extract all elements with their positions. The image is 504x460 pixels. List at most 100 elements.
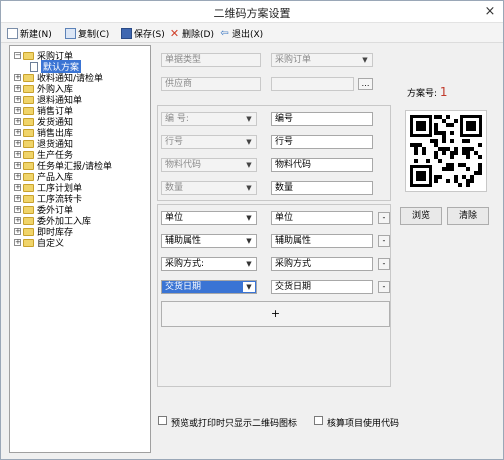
expand-icon[interactable]: + bbox=[14, 140, 21, 147]
expand-icon[interactable]: + bbox=[14, 239, 21, 246]
custom-field-caption[interactable]: 单位 bbox=[271, 211, 373, 225]
fixed-field-select: 数量 ▼ bbox=[161, 181, 257, 195]
fixed-field-select: 物料代码 ▼ bbox=[161, 158, 257, 172]
scheme-tree[interactable]: − 采购订单 默认方案 + 收料通知/请检单 + 外购入库 + 退料通知单 + 销售订单 + 发货… bbox=[9, 45, 151, 453]
remove-field-button[interactable]: - bbox=[378, 281, 390, 293]
custom-field-name: 单位 bbox=[165, 213, 184, 223]
new-file-icon bbox=[7, 27, 18, 39]
preview-only-qr-checkbox[interactable] bbox=[158, 416, 167, 425]
custom-field-name: 辅助属性 bbox=[165, 236, 202, 246]
expand-icon[interactable]: + bbox=[14, 228, 21, 235]
custom-field-select[interactable]: 辅助属性 ▼ bbox=[161, 234, 257, 248]
custom-field-caption[interactable]: 辅助属性 bbox=[271, 234, 373, 248]
exit-button[interactable]: ⇦ 退出(X) bbox=[219, 26, 263, 40]
expand-icon[interactable]: + bbox=[14, 217, 21, 224]
custom-field-select[interactable]: 单位 ▼ bbox=[161, 211, 257, 225]
fixed-field-select: 行号 ▼ bbox=[161, 135, 257, 149]
supplier-browse-button: … bbox=[358, 78, 373, 90]
toolbar: 新建(N) 复制(C) 保存(S) ✕ 删除(D) ⇦ 退出(X) bbox=[1, 23, 503, 43]
folder-icon bbox=[23, 150, 34, 159]
supplier-field: 供应商 bbox=[161, 77, 261, 91]
tree-node-label: 自定义 bbox=[37, 239, 65, 249]
clear-button[interactable]: 清除 bbox=[447, 207, 489, 225]
folder-icon bbox=[23, 194, 34, 203]
folder-icon bbox=[23, 128, 34, 137]
collapse-icon[interactable]: − bbox=[14, 52, 21, 59]
bill-type-value: 采购订单 bbox=[275, 55, 312, 65]
expand-icon[interactable]: + bbox=[14, 118, 21, 125]
chevron-down-icon: ▼ bbox=[246, 161, 252, 169]
folder-icon bbox=[23, 205, 34, 214]
add-field-button[interactable]: + bbox=[161, 301, 390, 327]
folder-icon bbox=[23, 216, 34, 225]
copy-button[interactable]: 复制(C) bbox=[65, 26, 109, 40]
expand-icon[interactable]: + bbox=[14, 195, 21, 202]
remove-field-button[interactable]: - bbox=[378, 235, 390, 247]
folder-icon bbox=[23, 73, 34, 82]
dialog-window: 二维码方案设置 × 新建(N) 复制(C) 保存(S) ✕ 删除(D) ⇦ 退出… bbox=[0, 0, 504, 460]
folder-icon bbox=[23, 172, 34, 181]
copy-icon bbox=[65, 27, 76, 39]
chevron-down-icon[interactable]: ▼ bbox=[359, 55, 371, 65]
custom-field-value: 单位 bbox=[275, 213, 294, 223]
custom-field-select[interactable]: 采购方式: ▼ bbox=[161, 257, 257, 271]
chevron-down-icon[interactable]: ▼ bbox=[243, 213, 255, 223]
expand-icon[interactable]: + bbox=[14, 151, 21, 158]
fixed-field-caption[interactable]: 数量 bbox=[271, 181, 373, 195]
expand-icon[interactable]: + bbox=[14, 107, 21, 114]
custom-field-caption[interactable]: 采购方式 bbox=[271, 257, 373, 271]
expand-icon[interactable]: + bbox=[14, 184, 21, 191]
supplier-input bbox=[271, 77, 354, 91]
plan-label-text: 方案号: bbox=[407, 89, 438, 99]
custom-field-caption[interactable]: 交货日期 bbox=[271, 280, 373, 294]
custom-field-value: 采购方式 bbox=[275, 259, 312, 269]
folder-icon bbox=[23, 84, 34, 93]
fixed-field-caption[interactable]: 物料代码 bbox=[271, 158, 373, 172]
expand-icon[interactable]: + bbox=[14, 96, 21, 103]
delete-button[interactable]: ✕ 删除(D) bbox=[169, 26, 214, 40]
custom-fields-group bbox=[157, 204, 391, 387]
remove-field-button[interactable]: - bbox=[378, 258, 390, 270]
chevron-down-icon[interactable]: ▼ bbox=[243, 282, 255, 292]
plan-number-label: 方案号: 1 bbox=[407, 85, 448, 99]
qr-code-image bbox=[405, 110, 487, 192]
plan-number-value: 1 bbox=[439, 85, 448, 99]
remove-field-button[interactable]: - bbox=[378, 212, 390, 224]
bill-type-text: 单据类型 bbox=[165, 55, 202, 65]
expand-icon[interactable]: + bbox=[14, 206, 21, 213]
fixed-field-caption[interactable]: 行号 bbox=[271, 135, 373, 149]
folder-icon bbox=[23, 238, 34, 247]
save-button[interactable]: 保存(S) bbox=[121, 26, 165, 40]
custom-field-name: 采购方式: bbox=[165, 259, 205, 269]
folder-icon bbox=[23, 95, 34, 104]
folder-icon bbox=[23, 51, 34, 60]
close-button[interactable]: × bbox=[483, 5, 497, 19]
expand-icon[interactable]: + bbox=[14, 85, 21, 92]
bill-type-select[interactable]: 采购订单 ▼ bbox=[271, 53, 373, 67]
fixed-field-caption[interactable]: 编号 bbox=[271, 112, 373, 126]
custom-field-value: 交货日期 bbox=[275, 282, 312, 292]
chevron-down-icon: ▼ bbox=[246, 184, 252, 192]
fixed-field-value: 编号 bbox=[275, 114, 294, 124]
fixed-field-name: 行号 bbox=[165, 137, 184, 147]
supplier-label: 供应商 bbox=[165, 79, 193, 89]
expand-icon[interactable]: + bbox=[14, 173, 21, 180]
browse-button[interactable]: 浏览 bbox=[400, 207, 442, 225]
new-button[interactable]: 新建(N) bbox=[7, 26, 52, 40]
new-label: 新建(N) bbox=[20, 29, 52, 40]
custom-field-value: 辅助属性 bbox=[275, 236, 312, 246]
copy-label: 复制(C) bbox=[78, 29, 110, 40]
preview-only-qr-label: 预览或打印时只显示二维码图标 bbox=[171, 419, 298, 429]
expand-icon[interactable]: + bbox=[14, 162, 21, 169]
chevron-down-icon[interactable]: ▼ bbox=[243, 259, 255, 269]
tree-node[interactable]: + 自定义 bbox=[14, 237, 65, 249]
fixed-field-value: 行号 bbox=[275, 137, 294, 147]
use-code-checkbox[interactable] bbox=[314, 416, 323, 425]
custom-field-select[interactable]: 交货日期 ▼ bbox=[161, 280, 257, 294]
chevron-down-icon[interactable]: ▼ bbox=[243, 236, 255, 246]
folder-icon bbox=[23, 117, 34, 126]
expand-icon[interactable]: + bbox=[14, 129, 21, 136]
window-title: 二维码方案设置 bbox=[213, 7, 291, 20]
expand-icon[interactable]: + bbox=[14, 74, 21, 81]
fixed-field-value: 物料代码 bbox=[275, 160, 312, 170]
